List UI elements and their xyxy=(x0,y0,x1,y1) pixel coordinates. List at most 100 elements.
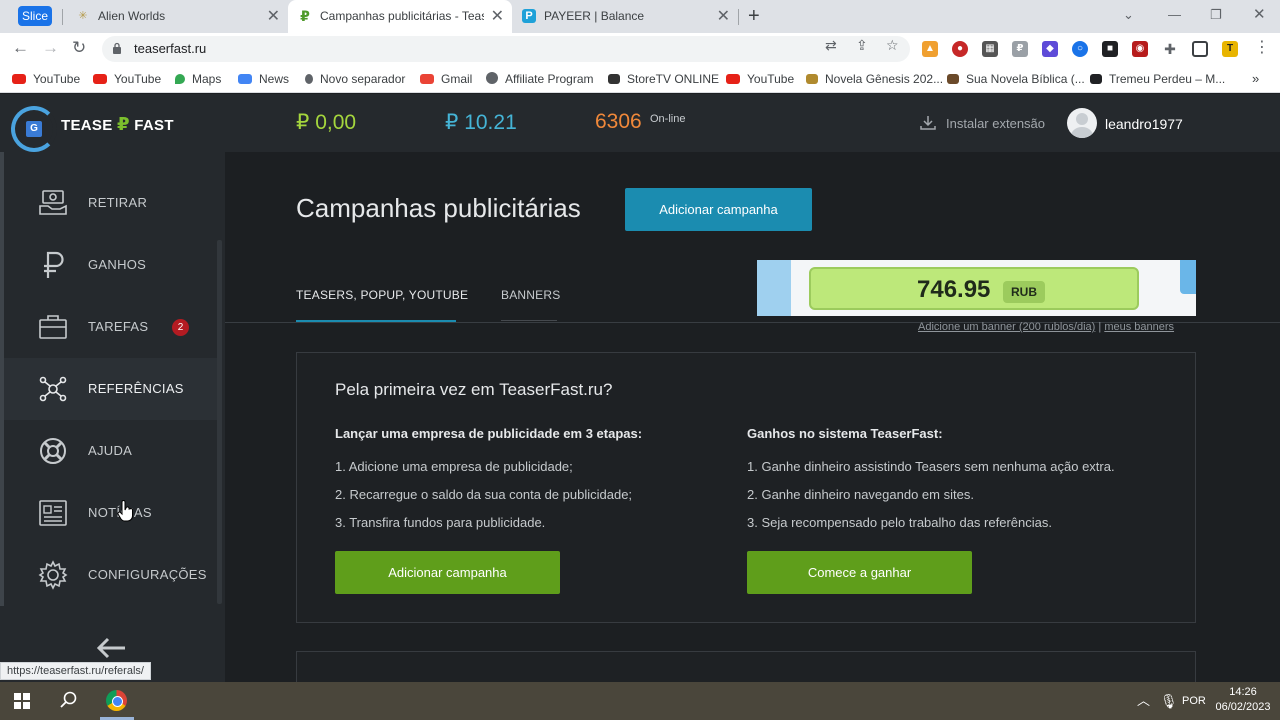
chrome-taskbar-icon[interactable] xyxy=(106,690,127,711)
side-panel-icon[interactable] xyxy=(1192,41,1208,57)
add-campaign-green-button[interactable]: Adicionar campanha xyxy=(335,551,560,594)
language-indicator[interactable]: POR xyxy=(1182,682,1206,720)
bookmark-star-icon[interactable]: ☆ xyxy=(886,37,899,54)
search-icon[interactable] xyxy=(60,691,78,709)
extension-t-icon[interactable]: T xyxy=(1222,41,1238,57)
restore-icon[interactable]: ❐ xyxy=(1210,0,1222,30)
main-balance[interactable]: ₽ 0,00 xyxy=(296,110,356,135)
bookmark-novo-separador[interactable]: Novo separador xyxy=(305,65,405,93)
sidebar-item-tarefas[interactable]: TAREFAS 2 xyxy=(4,296,217,358)
bookmark-label: StoreTV ONLINE xyxy=(627,72,720,86)
start-earning-button[interactable]: Comece a ganhar xyxy=(747,551,972,594)
clock-time: 14:26 xyxy=(1229,686,1257,698)
qr-extension-icon[interactable]: ▦ xyxy=(982,41,998,57)
share-icon[interactable]: ⇪ xyxy=(856,37,868,54)
tab-campanhas[interactable]: ₽ Campanhas publicitárias - Teaser ✕ xyxy=(288,0,512,33)
bookmark-novela-biblica[interactable]: Sua Novela Bíblica (... xyxy=(947,65,1085,93)
windows-taskbar: ︿ 🎙 POR 14:26 06/02/2023 xyxy=(0,682,1280,720)
username[interactable]: leandro1977 xyxy=(1105,116,1183,132)
minimize-icon[interactable]: — xyxy=(1168,0,1181,30)
metamask-extension-icon[interactable]: ▲ xyxy=(922,41,938,57)
online-label: On-line xyxy=(650,113,686,125)
card-title: Pela primeira vez em TeaserFast.ru? xyxy=(335,380,613,399)
extensions-puzzle-icon[interactable]: ✚ xyxy=(1162,41,1178,57)
bookmark-label: YouTube xyxy=(33,72,81,86)
sidebar-item-ganhos[interactable]: GANHOS xyxy=(4,234,217,296)
translate-icon[interactable]: ⇄ xyxy=(825,37,837,54)
close-window-icon[interactable]: ✕ xyxy=(1253,0,1266,30)
banner-amount-pill: 746.95 RUB xyxy=(809,267,1139,310)
ad-balance[interactable]: ₽ 10.21 xyxy=(445,110,517,135)
extension-blue-icon[interactable]: ○ xyxy=(1072,41,1088,57)
banner-currency: RUB xyxy=(1003,281,1045,303)
bookmark-label: YouTube xyxy=(114,72,162,86)
close-tab-icon[interactable]: ✕ xyxy=(491,0,504,33)
tab-teasers[interactable]: TEASERS, POPUP, YOUTUBE xyxy=(296,288,468,302)
install-extension-link[interactable]: Instalar extensão xyxy=(920,116,1045,131)
bookmark-affiliate[interactable]: Affiliate Program xyxy=(486,65,593,93)
left-step: 2. Recarregue o saldo da sua conta de pu… xyxy=(335,487,633,502)
ad-banner[interactable]: 746.95 RUB xyxy=(757,260,1196,316)
tab-search-chevron-icon[interactable]: ⌄ xyxy=(1123,0,1134,30)
bookmark-gmail[interactable]: Gmail xyxy=(420,65,472,93)
banner-left-stripe xyxy=(757,260,791,316)
bookmark-youtube[interactable]: YouTube xyxy=(12,65,80,93)
add-campaign-button[interactable]: Adicionar campanha xyxy=(625,188,812,231)
sidebar-item-noticias[interactable]: NOTÍCIAS xyxy=(4,482,217,544)
system-clock[interactable]: 14:26 06/02/2023 xyxy=(1212,685,1274,715)
address-bar[interactable]: teaserfast.ru xyxy=(102,36,910,62)
bookmark-label: Novo separador xyxy=(320,72,406,86)
bookmark-label: Novela Gênesis 202... xyxy=(825,72,944,86)
bookmark-maps[interactable]: Maps xyxy=(175,65,221,93)
sidebar-item-ajuda[interactable]: AJUDA xyxy=(4,420,217,482)
add-banner-link[interactable]: Adicione um banner (200 rublos/dia) xyxy=(918,321,1095,333)
back-icon[interactable]: ← xyxy=(12,33,29,63)
ruble-icon xyxy=(44,251,64,278)
microphone-icon[interactable]: 🎙 xyxy=(1160,682,1178,720)
bookmark-site-icon xyxy=(1090,74,1102,84)
right-column-heading: Ganhos no sistema TeaserFast: xyxy=(747,426,943,441)
right-step: 2. Ganhe dinheiro navegando em sites. xyxy=(747,487,974,502)
youtube-icon xyxy=(12,74,26,84)
bookmark-tremeu-perdeu[interactable]: Tremeu Perdeu – M... xyxy=(1090,65,1225,93)
tab-banners[interactable]: BANNERS xyxy=(501,288,560,302)
ruble-extension-icon[interactable]: ₽ xyxy=(1012,41,1028,57)
extension-dark-icon[interactable]: ■ xyxy=(1102,41,1118,57)
extension-purple-icon[interactable]: ◆ xyxy=(1042,41,1058,57)
collapse-sidebar-arrow-icon[interactable] xyxy=(95,636,127,660)
tab-payeer[interactable]: P PAYEER | Balance ✕ xyxy=(512,0,738,33)
new-tab-icon[interactable]: + xyxy=(748,0,760,32)
browser-menu-icon[interactable]: ⋮ xyxy=(1254,37,1270,57)
network-icon xyxy=(39,376,67,402)
bookmark-youtube[interactable]: YouTube xyxy=(93,65,161,93)
logo-ring-icon[interactable]: G xyxy=(11,106,57,152)
tray-chevron-icon[interactable]: ︿ xyxy=(1137,682,1150,720)
tab-alien-worlds[interactable]: ✳ Alien Worlds ✕ xyxy=(66,0,288,33)
sidebar-item-retirar[interactable]: RETIRAR xyxy=(4,172,217,234)
globe-icon xyxy=(486,72,498,84)
bookmark-youtube[interactable]: YouTube xyxy=(726,65,794,93)
extension-badge-icon[interactable]: ◉ xyxy=(1132,41,1148,57)
sidebar-scrollbar[interactable] xyxy=(217,240,222,604)
close-tab-icon[interactable]: ✕ xyxy=(267,0,280,33)
more-bookmarks-icon[interactable]: » xyxy=(1252,65,1259,93)
slice-button[interactable]: Slice xyxy=(18,6,52,26)
bookmark-storetv[interactable]: StoreTV ONLINE xyxy=(608,65,719,93)
site-logo[interactable]: TEASE ₽ FAST xyxy=(61,114,174,135)
left-step: 3. Transfira fundos para publicidade. xyxy=(335,515,546,530)
online-count: 6306 xyxy=(595,110,642,133)
windows-start-icon[interactable] xyxy=(14,693,30,709)
sidebar-item-referencias[interactable]: REFERÊNCIAS xyxy=(4,358,217,420)
bookmark-novela-genesis[interactable]: Novela Gênesis 202... xyxy=(806,65,943,93)
forward-icon[interactable]: → xyxy=(42,33,59,63)
avatar[interactable] xyxy=(1067,108,1097,138)
newspaper-icon xyxy=(39,500,67,526)
bookmark-news[interactable]: News xyxy=(238,65,289,93)
tab-label: Alien Worlds xyxy=(98,9,166,23)
bookmark-label: Sua Novela Bíblica (... xyxy=(966,72,1085,86)
my-banners-link[interactable]: meus banners xyxy=(1104,321,1174,333)
close-tab-icon[interactable]: ✕ xyxy=(717,0,730,33)
sidebar-item-configuracoes[interactable]: CONFIGURAÇÕES xyxy=(4,544,217,606)
reload-icon[interactable]: ↻ xyxy=(72,33,86,63)
extension-red-icon[interactable]: ● xyxy=(952,41,968,57)
